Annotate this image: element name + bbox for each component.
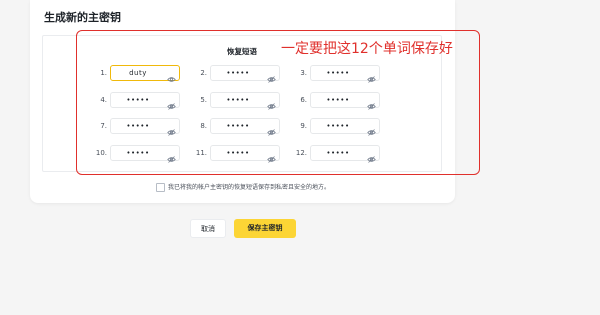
save-master-key-button[interactable]: 保存主密钥 xyxy=(234,219,296,238)
confirm-checkbox[interactable] xyxy=(156,183,165,192)
annotation-text: 一定要把这12个单词保存好 xyxy=(281,41,453,57)
cancel-button[interactable]: 取消 xyxy=(190,219,226,238)
confirm-label: 我已将我的帐户主密钥的恢复短语保存到私密且安全的地方。 xyxy=(168,184,331,191)
page-title: 生成新的主密钥 xyxy=(44,11,121,24)
